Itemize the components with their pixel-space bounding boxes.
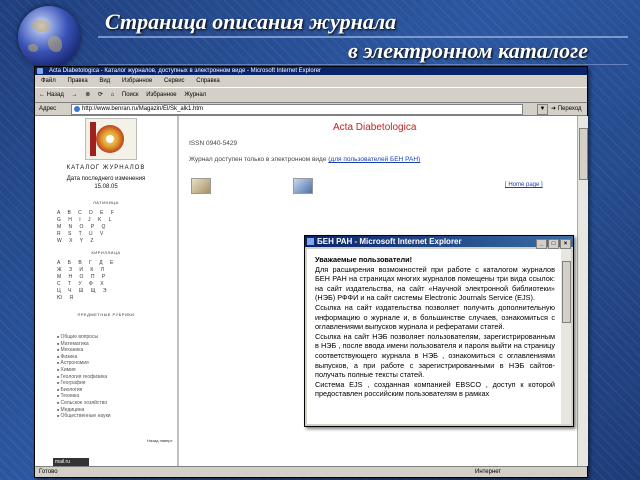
maximize-icon[interactable]: □ (548, 239, 559, 249)
refresh-button[interactable]: ⟳ (98, 88, 103, 102)
journal-access-text: Журнал доступен только в электронном вид… (189, 156, 420, 163)
subjects-list: Общие вопросы Математика Механика Физика… (57, 334, 111, 420)
stop-button[interactable]: ⊗ (85, 88, 90, 102)
globe-icon (18, 6, 80, 68)
popup-paragraph: Ссылка на сайт НЭБ позволяет пользовател… (315, 331, 555, 380)
popup-body: Уважаемые пользователи! Для расширения в… (307, 249, 561, 424)
zone-text: Интернет (475, 469, 502, 475)
latin-label: ЛАТИНИЦА (93, 200, 119, 205)
popup-title: БЕН РАН - Microsoft Internet Explorer (317, 237, 462, 246)
cyrillic-letters[interactable]: А Б В Г Д Е Ж З И К Л М Н О П Р С Т У Ф … (57, 260, 117, 302)
menu-file[interactable]: Файл (41, 78, 56, 84)
home-page-link[interactable]: [ Home page ] (505, 182, 543, 188)
subject-item[interactable]: Техника (57, 393, 111, 400)
ejs-site-icon[interactable] (293, 178, 313, 194)
back-button[interactable]: ← Назад (39, 88, 64, 102)
subject-item[interactable]: Общие вопросы (57, 334, 111, 341)
access-text: Журнал доступен только в электронном вид… (189, 156, 327, 163)
latin-letters[interactable]: A B C D E F G H I J K L M N O P Q R S T … (57, 210, 117, 245)
publisher-site-icon[interactable] (191, 178, 211, 194)
last-change-label: Дата последнего изменения (66, 176, 146, 182)
status-text: Готово (39, 469, 58, 475)
menu-edit[interactable]: Правка (67, 78, 87, 84)
popup-paragraph: Для расширения возможностей при работе с… (315, 264, 555, 303)
subject-item[interactable]: Математика (57, 341, 111, 348)
counter-badge[interactable]: mail.ru (53, 458, 89, 466)
menu-tools[interactable]: Сервис (164, 78, 185, 84)
cyrillic-label: КИРИЛЛИЦА (91, 250, 121, 255)
home-button[interactable]: ⌂ (111, 88, 115, 102)
journal-issn: ISSN 0940-5429 (189, 140, 238, 147)
ie-page-icon (74, 106, 80, 112)
subject-item[interactable]: Астрономия (57, 360, 111, 367)
menu-view[interactable]: Вид (99, 78, 110, 84)
subject-item[interactable]: Медицина (57, 407, 111, 414)
last-change-date: 15.08.05 (94, 184, 118, 190)
slide-title-line2: в электронном каталоге (348, 38, 588, 63)
browser-titlebar: Acta Diabetologica - Каталог журналов, д… (35, 67, 587, 75)
page-scrollbar-thumb[interactable] (579, 128, 588, 180)
go-label: Переход (557, 106, 582, 112)
subject-item[interactable]: Общественные науки (57, 413, 111, 420)
close-icon[interactable]: × (560, 239, 571, 249)
history-button[interactable]: Журнал (184, 88, 206, 102)
ie-window-icon (37, 68, 43, 74)
catalog-heading: КАТАЛОГ ЖУРНАЛОВ (66, 165, 146, 171)
popup-heading: Уважаемые пользователи! (315, 255, 413, 264)
popup-titlebar: БЕН РАН - Microsoft Internet Explorer _ □… (305, 236, 573, 249)
favorites-button[interactable]: Избранное (146, 88, 176, 102)
browser-menubar: Файл Правка Вид Избранное Сервис Справка (35, 75, 587, 87)
subject-item[interactable]: Биология (57, 387, 111, 394)
search-button[interactable]: Поиск (122, 88, 139, 102)
subject-item[interactable]: Физика (57, 354, 111, 361)
catalog-logo[interactable] (85, 118, 137, 160)
popup-window-icon (307, 238, 314, 245)
subject-item[interactable]: Сельское хозяйство (57, 400, 111, 407)
address-bar: Адрес http://www.benran.ru/Magazin/El/Sk… (35, 103, 587, 115)
browser-window-title: Acta Diabetologica - Каталог журналов, д… (49, 68, 322, 74)
address-value: http://www.benran.ru/Magazin/El/Sk_alk1.… (82, 106, 204, 112)
popup-scrollbar-thumb[interactable] (562, 261, 571, 323)
journal-title: Acta Diabetologica (333, 122, 417, 133)
subject-item[interactable]: Механика (57, 347, 111, 354)
popup-window: БЕН РАН - Microsoft Internet Explorer _ □… (304, 235, 574, 427)
page-scrollbar[interactable] (577, 116, 588, 466)
minimize-icon[interactable]: _ (536, 239, 547, 249)
slide-title-line1: Страница описания журнала (105, 9, 397, 34)
popup-text: Уважаемые пользователи! Для расширения в… (307, 249, 561, 399)
logo-disc (96, 125, 124, 153)
go-button[interactable]: ➜ Переход (551, 103, 582, 115)
browser-toolbar: ← Назад → ⊗ ⟳ ⌂ Поиск Избранное Журнал (35, 87, 587, 103)
address-input[interactable]: http://www.benran.ru/Magazin/El/Sk_alk1.… (71, 104, 523, 115)
subject-item[interactable]: География (57, 380, 111, 387)
title-rule-lower (98, 64, 628, 65)
forward-button[interactable]: → (72, 88, 78, 102)
back-to-top-link[interactable]: Назад наверх (147, 438, 173, 443)
subject-item[interactable]: Химия (57, 367, 111, 374)
subjects-label: ПРЕДМЕТНЫЕ РУБРИКИ (77, 312, 135, 317)
menu-favorites[interactable]: Избранное (122, 78, 152, 84)
access-link[interactable]: (для пользователей БЕН РАН) (328, 156, 420, 163)
address-label: Адрес (39, 106, 57, 112)
popup-window-controls: _ □ × (535, 237, 571, 249)
popup-paragraph: Система EJS , созданная компанией EBSCO … (315, 379, 555, 399)
catalog-sidebar: КАТАЛОГ ЖУРНАЛОВ Дата последнего изменен… (35, 116, 179, 466)
status-bar: Готово Интернет (35, 466, 587, 477)
menu-help[interactable]: Справка (196, 78, 220, 84)
home-page-link-wrap: [ Home page ] (505, 182, 543, 188)
popup-paragraph: Ссылка на сайт издательства позволяет по… (315, 302, 555, 332)
popup-scrollbar[interactable] (561, 249, 571, 424)
subject-item[interactable]: Геология геофизика (57, 374, 111, 381)
address-dropdown-icon[interactable]: ▼ (537, 104, 548, 115)
